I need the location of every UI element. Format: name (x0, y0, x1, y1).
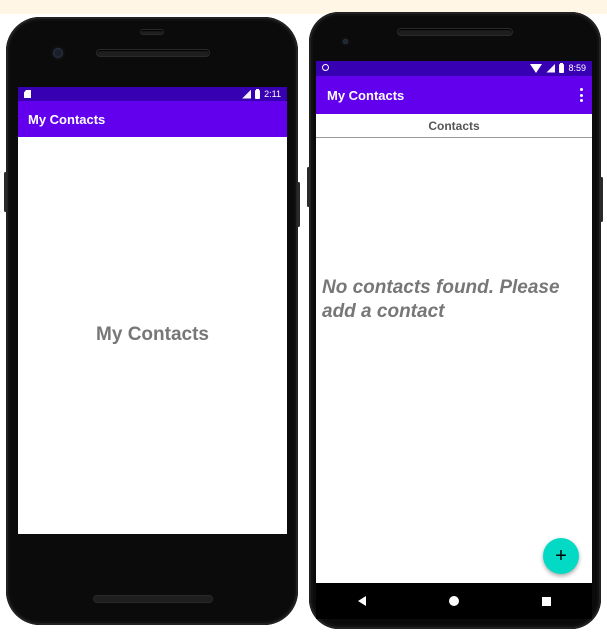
app-bar: My Contacts (316, 76, 592, 114)
empty-state-message: No contacts found. Please add a contact (322, 277, 560, 322)
circle-icon (322, 64, 329, 71)
side-button (307, 167, 310, 207)
side-button (4, 172, 7, 212)
status-time: 8:59 (568, 63, 586, 73)
bottom-speaker (94, 596, 212, 602)
sd-card-icon (24, 90, 31, 98)
status-right: 8:59 (530, 62, 586, 74)
screen: 2:11 My Contacts My Contacts (18, 87, 287, 534)
home-icon[interactable] (448, 596, 459, 606)
add-icon: + (555, 545, 567, 567)
overflow-menu-icon[interactable] (579, 88, 583, 102)
app-bar: My Contacts (18, 101, 287, 137)
phone-right: 8:59 My Contacts Contacts No contacts fo… (307, 12, 603, 629)
front-camera (343, 39, 348, 44)
back-icon[interactable] (357, 596, 366, 606)
front-camera (53, 48, 63, 58)
battery-icon (255, 88, 261, 99)
side-button (297, 182, 300, 227)
status-left (24, 90, 31, 98)
signal-icon (242, 89, 252, 99)
splash-title: My Contacts (96, 324, 209, 345)
phone-left: 2:11 My Contacts My Contacts (4, 17, 300, 625)
wifi-icon (530, 63, 543, 73)
signal-icon (546, 63, 556, 73)
add-contact-button[interactable]: + (543, 538, 579, 574)
top-speaker (398, 29, 512, 35)
app-title: My Contacts (327, 87, 405, 103)
status-bar: 8:59 (316, 61, 592, 76)
app-title: My Contacts (28, 111, 106, 127)
battery-icon (559, 62, 565, 73)
status-time: 2:11 (264, 89, 281, 99)
tab-contacts[interactable]: Contacts (316, 114, 592, 138)
recents-icon[interactable] (541, 596, 551, 606)
status-right: 2:11 (242, 88, 281, 100)
navigation-bar (316, 583, 592, 619)
status-bar: 2:11 (18, 87, 287, 101)
status-left (322, 64, 329, 71)
top-speaker (97, 50, 209, 56)
side-button (600, 177, 603, 222)
screen: 8:59 My Contacts Contacts No contacts fo… (316, 61, 592, 583)
earpiece (141, 30, 163, 34)
